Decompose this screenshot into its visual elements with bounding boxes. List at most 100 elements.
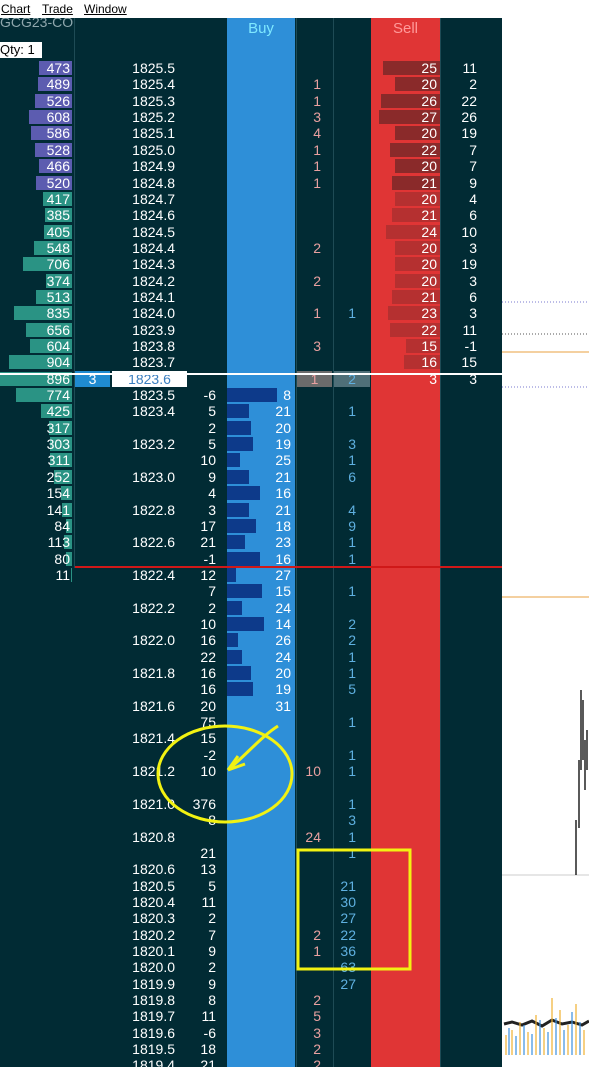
price-value[interactable]: 1823.0 bbox=[110, 469, 175, 485]
price-value[interactable]: 1825.1 bbox=[110, 125, 175, 141]
sell-quantity[interactable]: 26 bbox=[371, 93, 437, 109]
buy-quantity[interactable]: 25 bbox=[227, 452, 291, 468]
bid-sell-value[interactable]: 1 bbox=[297, 158, 321, 174]
bid-sell-value[interactable]: 1 bbox=[297, 76, 321, 92]
price-value[interactable]: 1822.2 bbox=[110, 600, 175, 616]
sell-quantity[interactable]: 20 bbox=[371, 191, 437, 207]
ask-buy-value[interactable]: 1 bbox=[334, 452, 356, 468]
ask-buy-value[interactable]: 27 bbox=[334, 910, 356, 926]
bid-sell-value[interactable]: 24 bbox=[297, 829, 321, 845]
price-value[interactable]: 1820.3 bbox=[110, 910, 175, 926]
bid-sell-value[interactable]: 1 bbox=[297, 175, 321, 191]
ask-buy-value[interactable]: 3 bbox=[334, 812, 356, 828]
buy-quantity[interactable]: 23 bbox=[227, 534, 291, 550]
ask-buy-value[interactable]: 30 bbox=[334, 894, 356, 910]
price-value[interactable]: 1823.8 bbox=[110, 338, 175, 354]
ask-buy-value[interactable]: 36 bbox=[334, 943, 356, 959]
bid-sell-value[interactable]: 2 bbox=[297, 273, 321, 289]
price-value[interactable]: 1820.0 bbox=[110, 959, 175, 975]
sell-quantity[interactable]: 27 bbox=[371, 109, 437, 125]
price-value[interactable]: 1822.4 bbox=[110, 567, 175, 583]
sell-quantity[interactable]: 25 bbox=[371, 60, 437, 76]
buy-quantity[interactable]: 18 bbox=[227, 518, 291, 534]
sell-quantity[interactable]: 21 bbox=[371, 175, 437, 191]
menu-chart[interactable]: Chart bbox=[1, 2, 30, 16]
bid-sell-value[interactable]: 2 bbox=[297, 1041, 321, 1057]
buy-quantity[interactable]: 24 bbox=[227, 649, 291, 665]
price-value[interactable]: 1822.8 bbox=[110, 502, 175, 518]
buy-quantity[interactable]: 16 bbox=[227, 485, 291, 501]
bid-sell-value[interactable]: 1 bbox=[297, 943, 321, 959]
buy-quantity[interactable]: 27 bbox=[227, 567, 291, 583]
sell-quantity[interactable]: 22 bbox=[371, 142, 437, 158]
ask-buy-value[interactable]: 1 bbox=[334, 747, 356, 763]
sell-quantity[interactable]: 21 bbox=[371, 207, 437, 223]
price-value[interactable]: 1824.1 bbox=[110, 289, 175, 305]
price-value[interactable]: 1824.9 bbox=[110, 158, 175, 174]
price-value[interactable]: 1824.6 bbox=[110, 207, 175, 223]
sell-quantity[interactable]: 20 bbox=[371, 273, 437, 289]
price-value[interactable]: 1825.3 bbox=[110, 93, 175, 109]
quantity-selector[interactable]: Qty: 1 bbox=[0, 42, 42, 58]
bid-sell-value[interactable]: 2 bbox=[297, 240, 321, 256]
bid-sell-value[interactable]: 2 bbox=[297, 927, 321, 943]
buy-quantity[interactable]: 19 bbox=[227, 436, 291, 452]
bid-sell-value[interactable]: 1 bbox=[297, 142, 321, 158]
price-value[interactable]: 1824.7 bbox=[110, 191, 175, 207]
price-value[interactable]: 1819.8 bbox=[110, 992, 175, 1008]
ask-buy-value[interactable]: 1 bbox=[334, 763, 356, 779]
sell-quantity[interactable]: 21 bbox=[371, 289, 437, 305]
ask-buy-value[interactable]: 9 bbox=[334, 518, 356, 534]
bid-sell-value[interactable]: 2 bbox=[297, 992, 321, 1008]
price-value[interactable]: 1819.5 bbox=[110, 1041, 175, 1057]
buy-quantity[interactable]: 21 bbox=[227, 403, 291, 419]
price-value[interactable]: 1823.5 bbox=[110, 387, 175, 403]
sell-quantity[interactable]: 20 bbox=[371, 240, 437, 256]
price-value[interactable]: 1821.0 bbox=[110, 796, 175, 812]
price-value[interactable]: 1819.6 bbox=[110, 1025, 175, 1041]
ask-buy-value[interactable]: 1 bbox=[334, 845, 356, 861]
price-ladder[interactable]: Buy Sell GCG23-CO Qty: 1 473 1825.5 25 11 48… bbox=[0, 18, 502, 1067]
price-value[interactable]: 1821.4 bbox=[110, 730, 175, 746]
ask-buy-value[interactable]: 5 bbox=[334, 681, 356, 697]
ask-buy-value[interactable]: 1 bbox=[334, 796, 356, 812]
sell-quantity[interactable]: 16 bbox=[371, 354, 437, 370]
price-value[interactable]: 1825.5 bbox=[110, 60, 175, 76]
price-value[interactable]: 1819.7 bbox=[110, 1008, 175, 1024]
price-value[interactable]: 1820.2 bbox=[110, 927, 175, 943]
price-value[interactable]: 1824.3 bbox=[110, 256, 175, 272]
price-value[interactable]: 1820.4 bbox=[110, 894, 175, 910]
ask-buy-value[interactable]: 1 bbox=[334, 551, 356, 567]
price-value[interactable]: 1824.4 bbox=[110, 240, 175, 256]
price-value[interactable]: 1819.9 bbox=[110, 976, 175, 992]
ask-buy-value[interactable]: 1 bbox=[334, 714, 356, 730]
buy-quantity[interactable]: 26 bbox=[227, 632, 291, 648]
ask-buy-value[interactable]: 1 bbox=[334, 583, 356, 599]
ask-buy-value[interactable]: 22 bbox=[334, 927, 356, 943]
ask-buy-value[interactable]: 63 bbox=[334, 959, 356, 975]
bid-sell-value[interactable]: 1 bbox=[297, 93, 321, 109]
buy-quantity[interactable]: 31 bbox=[227, 698, 291, 714]
sell-quantity[interactable]: 22 bbox=[371, 322, 437, 338]
ask-buy-value[interactable]: 2 bbox=[334, 616, 356, 632]
price-value[interactable]: 1822.0 bbox=[110, 632, 175, 648]
ask-buy-value[interactable]: 1 bbox=[334, 665, 356, 681]
buy-quantity[interactable]: 14 bbox=[227, 616, 291, 632]
price-value[interactable]: 1821.6 bbox=[110, 698, 175, 714]
menu-window[interactable]: Window bbox=[84, 2, 127, 16]
bid-sell-value[interactable]: 2 bbox=[297, 1057, 321, 1067]
buy-quantity[interactable]: 21 bbox=[227, 469, 291, 485]
ask-buy-value[interactable]: 27 bbox=[334, 976, 356, 992]
sell-quantity[interactable]: 20 bbox=[371, 256, 437, 272]
ask-buy-value[interactable]: 21 bbox=[334, 878, 356, 894]
price-value[interactable]: 1825.2 bbox=[110, 109, 175, 125]
sell-quantity[interactable]: 20 bbox=[371, 76, 437, 92]
ask-buy-value[interactable]: 1 bbox=[334, 534, 356, 550]
price-value[interactable]: 1821.2 bbox=[110, 763, 175, 779]
ask-buy-value[interactable]: 1 bbox=[334, 305, 356, 321]
price-value[interactable]: 1820.8 bbox=[110, 829, 175, 845]
price-value[interactable]: 1824.5 bbox=[110, 224, 175, 240]
ask-buy-value[interactable]: 4 bbox=[334, 502, 356, 518]
price-value[interactable]: 1822.6 bbox=[110, 534, 175, 550]
price-value[interactable]: 1823.7 bbox=[110, 354, 175, 370]
